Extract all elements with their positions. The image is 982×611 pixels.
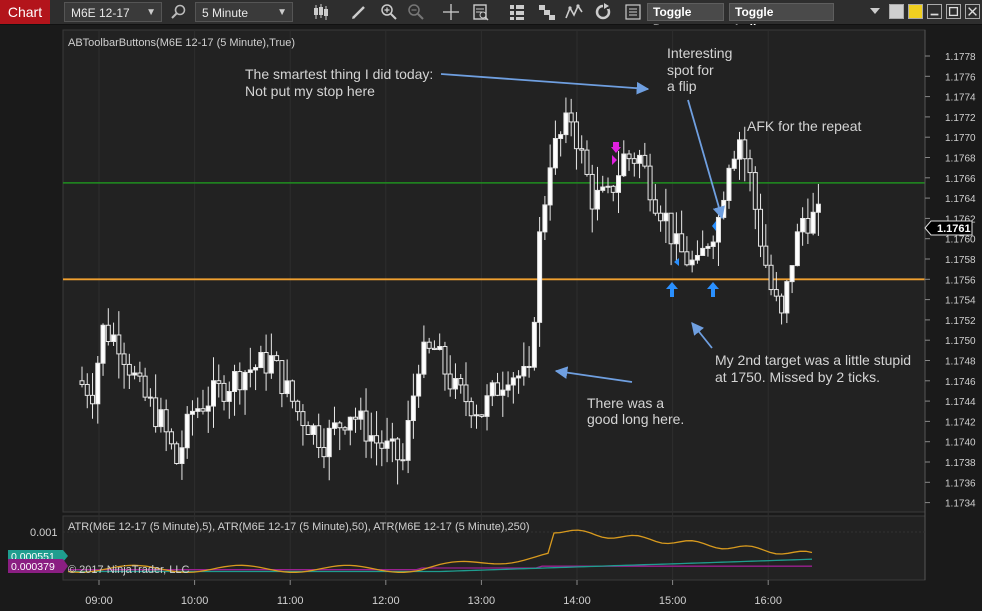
price-tick-label: 1.1734 xyxy=(945,499,976,510)
copyright-label: © 2017 NinjaTrader, LLC xyxy=(68,564,189,576)
current-price-marker: 1.1761 xyxy=(924,220,973,236)
toggle-indicators-button[interactable]: Toggle Indicators xyxy=(729,3,834,36)
price-tick-label: 1.1774 xyxy=(945,93,976,104)
annotation-target-line2[interactable]: at 1750. Missed by 2 ticks. xyxy=(715,369,880,385)
time-tick-label: 15:00 xyxy=(659,595,687,607)
candle xyxy=(531,317,537,371)
instrument-label: M6E 12-17 xyxy=(71,6,130,20)
sell-signal-icon xyxy=(613,142,619,147)
dropdown-arrow-icon[interactable] xyxy=(869,5,881,17)
price-tick-label: 1.1764 xyxy=(945,194,976,205)
time-tick-label: 16:00 xyxy=(754,595,782,607)
candle xyxy=(174,441,180,465)
price-tick-label: 1.1754 xyxy=(945,296,976,307)
strategy-icon[interactable] xyxy=(565,3,583,21)
color-swatch-gray[interactable] xyxy=(889,4,904,19)
current-price-label: 1.1761 xyxy=(937,223,971,235)
chart-toolbar: Chart M6E 12-17 ▼ 5 Minute ▼ Toggle Togg… xyxy=(0,0,982,36)
annotation-afk[interactable]: AFK for the repeat xyxy=(747,118,862,134)
annotation-target-line1[interactable]: My 2nd target was a little stupid xyxy=(715,352,911,368)
price-tick-label: 1.1766 xyxy=(945,174,976,185)
indicator-label: ABToolbarButtons(M6E 12-17 (5 Minute),Tr… xyxy=(68,37,295,49)
minimize-icon[interactable] xyxy=(927,4,942,19)
properties-icon[interactable] xyxy=(508,3,526,21)
price-tick-label: 1.1740 xyxy=(945,438,976,449)
price-tick-label: 1.1776 xyxy=(945,72,976,83)
chevron-down-icon: ▼ xyxy=(277,7,287,18)
price-tick-label: 1.1768 xyxy=(945,154,976,165)
price-panel xyxy=(62,29,926,513)
time-tick-label: 09:00 xyxy=(85,595,113,607)
price-tick-label: 1.1752 xyxy=(945,316,976,327)
price-tick-label: 1.1772 xyxy=(945,113,976,124)
annotation-long-line2[interactable]: good long here. xyxy=(587,411,684,427)
time-tick-label: 14:00 xyxy=(563,595,591,607)
price-tick-label: 1.1748 xyxy=(945,357,976,368)
time-tick-label: 13:00 xyxy=(468,595,496,607)
time-tick-label: 11:00 xyxy=(277,595,304,607)
price-tick-label: 1.1744 xyxy=(945,397,976,408)
price-tick-label: 1.1756 xyxy=(945,275,976,286)
price-tick-label: 1.1778 xyxy=(945,52,976,63)
search-icon[interactable] xyxy=(170,3,188,21)
annotation-interesting-line2[interactable]: spot for xyxy=(667,62,714,78)
color-swatch-yellow[interactable] xyxy=(908,4,923,19)
interval-label: 5 Minute xyxy=(202,6,249,20)
toggle-draw-button[interactable]: Toggle Draw xyxy=(647,3,724,36)
annotation-interesting-line1[interactable]: Interesting xyxy=(667,45,732,61)
annotation-smartest-line2[interactable]: Not put my stop here xyxy=(245,83,375,99)
maximize-icon[interactable] xyxy=(946,4,961,19)
chart-tab[interactable]: Chart xyxy=(0,0,50,24)
atr-indicator-label: ATR(M6E 12-17 (5 Minute),5), ATR(M6E 12-… xyxy=(68,521,530,533)
data-box-icon[interactable] xyxy=(472,3,490,21)
annotation-long-line1[interactable]: There was a xyxy=(587,395,664,411)
close-icon[interactable] xyxy=(965,4,980,19)
instrument-selector[interactable]: M6E 12-17 ▼ xyxy=(64,2,162,22)
zoom-out-icon[interactable] xyxy=(407,3,425,21)
stairs-icon[interactable] xyxy=(538,3,556,21)
list-icon[interactable] xyxy=(624,3,642,21)
price-tick-label: 1.1736 xyxy=(945,478,976,489)
price-tick-label: 1.1770 xyxy=(945,133,976,144)
refresh-icon[interactable] xyxy=(594,3,612,21)
interval-selector[interactable]: 5 Minute ▼ xyxy=(195,2,293,22)
time-tick-label: 12:00 xyxy=(372,595,400,607)
atr-axis-label: 0.001 xyxy=(30,527,58,539)
pencil-icon[interactable] xyxy=(350,3,368,21)
candlestick-style-icon[interactable] xyxy=(312,3,330,21)
price-tick-label: 1.1742 xyxy=(945,417,976,428)
price-tick-label: 1.1760 xyxy=(945,235,976,246)
price-chart[interactable]: The smartest thing I did today: Not put … xyxy=(0,25,982,611)
price-tick-label: 1.1750 xyxy=(945,336,976,347)
annotation-smartest-line1[interactable]: The smartest thing I did today: xyxy=(245,66,433,82)
crosshair-icon[interactable] xyxy=(442,3,460,21)
zoom-in-icon[interactable] xyxy=(380,3,398,21)
atr-250-value: 0.000379 xyxy=(11,561,55,573)
price-tick-label: 1.1746 xyxy=(945,377,976,388)
annotation-interesting-line3[interactable]: a flip xyxy=(667,78,697,94)
atr-value-badges: 0.000551 0.000379 xyxy=(8,550,68,573)
chevron-down-icon: ▼ xyxy=(146,7,156,18)
time-tick-label: 10:00 xyxy=(181,595,209,607)
price-tick-label: 1.1738 xyxy=(945,458,976,469)
price-tick-label: 1.1758 xyxy=(945,255,976,266)
